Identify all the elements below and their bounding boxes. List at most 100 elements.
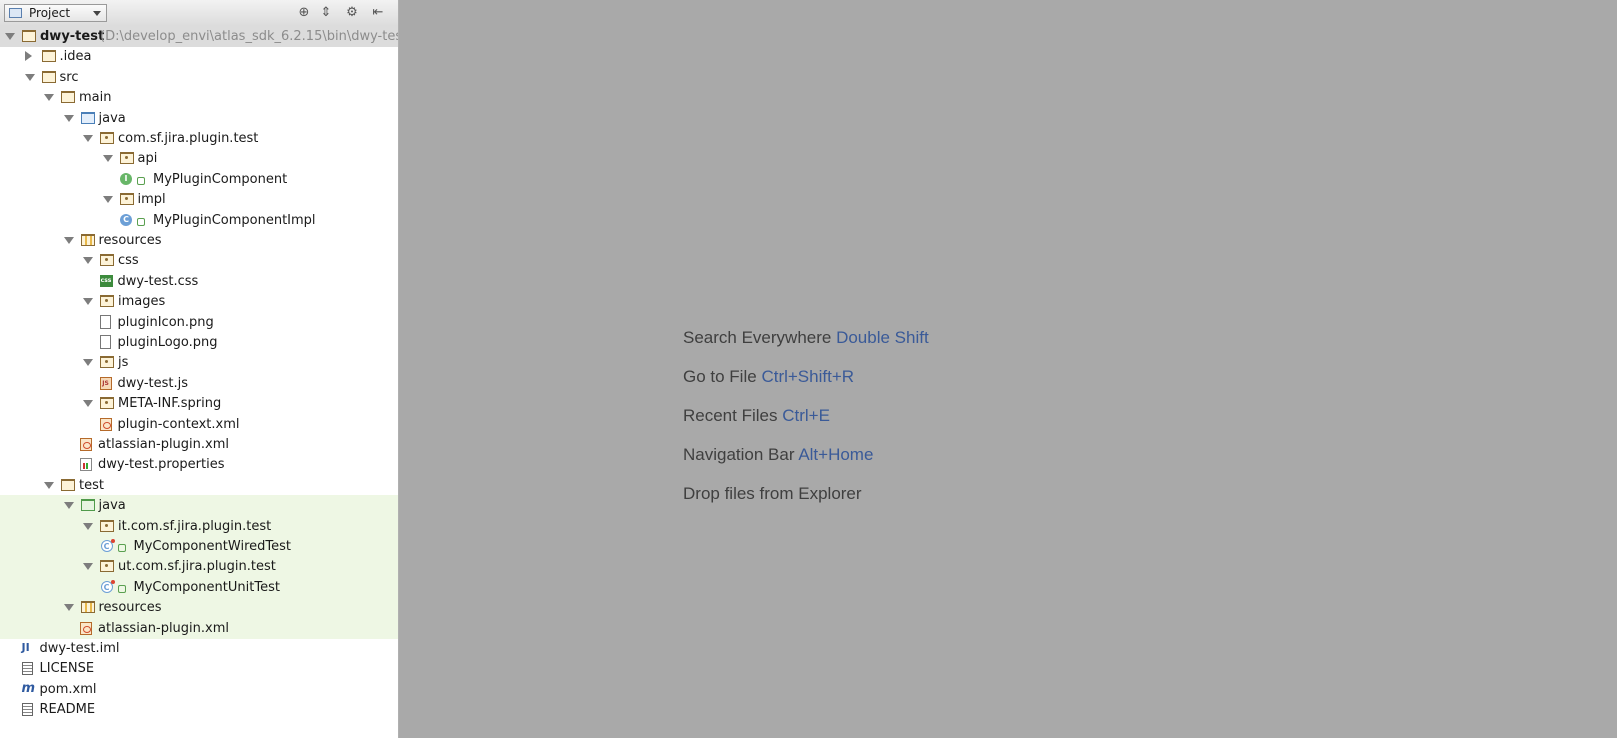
tree-row[interactable]: js	[0, 352, 398, 373]
tree-row[interactable]: dwy-test (D:\develop_envi\atlas_sdk_6.2.1…	[0, 26, 398, 47]
tree-row[interactable]: LICENSE	[0, 658, 398, 679]
target-icon[interactable]: ⊕	[296, 5, 312, 21]
tree-row[interactable]: pluginIcon.png	[0, 312, 398, 333]
hide-icon[interactable]: ⇤	[370, 5, 386, 21]
folder-icon	[61, 478, 75, 491]
hint-text: Search Everywhere	[683, 328, 832, 347]
tree-row[interactable]: README	[0, 699, 398, 720]
tree-item-label: impl	[137, 192, 166, 208]
lock-icon	[137, 176, 145, 185]
expanded-arrow-icon[interactable]	[102, 196, 113, 204]
expanded-arrow-icon[interactable]	[63, 237, 74, 244]
tree-row[interactable]: resources	[0, 230, 398, 251]
expanded-arrow-icon[interactable]	[83, 298, 93, 306]
tree-row[interactable]: src	[0, 67, 398, 88]
tree-item-label: MyComponentWiredTest	[133, 539, 291, 554]
tree-row[interactable]: C MyComponentUnitTest	[0, 576, 398, 598]
class-icon: C	[120, 213, 132, 226]
tree-row[interactable]: css	[0, 250, 398, 271]
expanded-arrow-icon[interactable]	[83, 257, 93, 265]
lock-icon	[117, 584, 126, 593]
tree-item-label: com.sf.jira.plugin.test	[118, 131, 259, 146]
text-file-icon	[21, 703, 33, 717]
module-path: (D:\develop_envi\atlas_sdk_6.2.15\bin\dw…	[100, 29, 399, 44]
tree-item-label: dwy-test.css	[117, 273, 199, 289]
package-icon	[100, 356, 114, 369]
expanded-arrow-icon[interactable]	[5, 33, 15, 40]
tree-item-label: plugin-context.xml	[117, 416, 240, 432]
tree-item-label: dwy-test.iml	[39, 641, 120, 656]
tree-row[interactable]: atlassian-plugin.xml	[0, 617, 398, 639]
expanded-arrow-icon[interactable]	[83, 563, 93, 571]
tree-item-label: java	[98, 498, 126, 514]
tree-row[interactable]: m pom.xml	[0, 679, 398, 700]
tree-item-label: resources	[98, 233, 162, 248]
chevron-down-icon	[93, 11, 101, 16]
tree-row[interactable]: css dwy-test.css	[0, 271, 398, 292]
tree-row[interactable]: .idea	[0, 46, 398, 67]
tree-row[interactable]: dwy-test.properties	[0, 454, 398, 475]
editor-hint: Go to File Ctrl+Shift+R	[683, 367, 854, 387]
tree-row[interactable]: pluginLogo.png	[0, 332, 398, 353]
tree-item-label: MyPluginComponentImpl	[153, 212, 316, 228]
tree-row[interactable]: META-INF.spring	[0, 393, 398, 414]
tree-row[interactable]: JI dwy-test.iml	[0, 638, 398, 659]
expanded-arrow-icon[interactable]	[63, 604, 74, 612]
tree-row[interactable]: resources	[0, 597, 398, 619]
tree-item-label: .idea	[59, 49, 92, 65]
tree-row[interactable]: ut.com.sf.jira.plugin.test	[0, 556, 398, 578]
hint-shortcut: Ctrl+Shift+R	[761, 367, 855, 386]
expanded-arrow-icon[interactable]	[44, 481, 54, 489]
expanded-arrow-icon[interactable]	[83, 522, 93, 530]
tree-row[interactable]: images	[0, 291, 398, 312]
package-icon	[100, 295, 114, 308]
collapse-icon[interactable]: ⇕	[318, 5, 334, 21]
package-icon	[100, 254, 114, 267]
project-view-selector[interactable]: Project	[4, 4, 107, 22]
tree-item-label: js	[118, 355, 129, 371]
tree-row[interactable]: it.com.sf.jira.plugin.test	[0, 515, 398, 537]
tree-row[interactable]: api	[0, 148, 398, 169]
tree-item-label: MyPluginComponent	[153, 171, 288, 187]
expanded-arrow-icon[interactable]	[63, 114, 74, 122]
tree-item-label: pluginLogo.png	[117, 335, 218, 350]
lock-icon	[117, 544, 126, 552]
expanded-arrow-icon[interactable]	[102, 155, 113, 163]
source-folder-icon	[80, 111, 95, 124]
editor-hint: Search Everywhere Double Shift	[683, 328, 929, 348]
collapsed-arrow-icon[interactable]	[24, 51, 32, 62]
tree-item-label: java	[98, 110, 126, 126]
tree-row[interactable]: C MyComponentWiredTest	[0, 536, 398, 557]
maven-icon: m	[21, 680, 36, 696]
tree-row[interactable]: atlassian-plugin.xml	[0, 434, 398, 455]
tree-row[interactable]: java	[0, 108, 398, 129]
package-icon	[100, 560, 114, 573]
editor-area[interactable]: Search Everywhere Double Shift Go to File…	[399, 0, 1617, 738]
expanded-arrow-icon[interactable]	[24, 73, 35, 81]
tree-row[interactable]: java	[0, 495, 398, 517]
js-file-icon: JS	[99, 376, 112, 390]
folder-icon	[41, 50, 56, 63]
expanded-arrow-icon[interactable]	[63, 502, 74, 510]
expanded-arrow-icon[interactable]	[83, 400, 93, 408]
expanded-arrow-icon[interactable]	[44, 94, 54, 102]
tree-item-label: dwy-test.properties	[98, 457, 225, 473]
properties-file-icon	[80, 458, 92, 472]
folder-icon	[41, 70, 56, 83]
expanded-arrow-icon[interactable]	[83, 359, 93, 367]
tree-row[interactable]: test	[0, 475, 398, 496]
tree-item-label: MyComponentUnitTest	[133, 579, 280, 595]
tree-row[interactable]: I MyPluginComponent	[0, 169, 398, 190]
tree-row[interactable]: JS dwy-test.js	[0, 373, 398, 394]
expanded-arrow-icon[interactable]	[83, 135, 93, 142]
tree-item-label: css	[118, 253, 139, 269]
tree-row[interactable]: impl	[0, 189, 398, 210]
hint-shortcut: Double Shift	[836, 328, 929, 347]
gear-icon[interactable]: ⚙	[344, 5, 360, 21]
tree-row[interactable]: com.sf.jira.plugin.test	[0, 128, 398, 149]
tree-item-label: LICENSE	[39, 661, 95, 677]
tree-row[interactable]: plugin-context.xml	[0, 414, 398, 435]
spring-xml-icon	[99, 417, 112, 431]
tree-row[interactable]: C MyPluginComponentImpl	[0, 210, 398, 231]
tree-row[interactable]: main	[0, 87, 398, 108]
